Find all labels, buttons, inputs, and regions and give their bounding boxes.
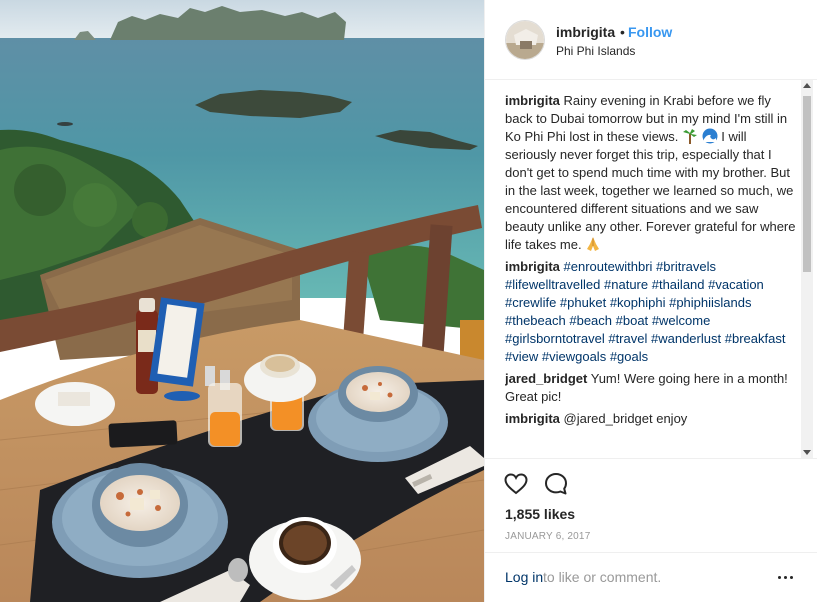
caption-comment: imbrigita Rainy evening in Krabi before … bbox=[505, 92, 801, 254]
hashtag-link[interactable]: #phiphiislands bbox=[669, 295, 751, 310]
hashtag-link[interactable]: #welcome bbox=[652, 313, 711, 328]
hashtag-comment: imbrigita #enroutewithbri #britravels #l… bbox=[505, 258, 801, 366]
hashtag-link[interactable]: #wanderlust bbox=[651, 331, 721, 346]
avatar[interactable] bbox=[505, 20, 545, 60]
instagram-post: imbrigita • Follow Phi Phi Islands imbri… bbox=[0, 0, 817, 602]
avatar-image-icon bbox=[506, 21, 544, 59]
breakfast-view-photo bbox=[0, 0, 484, 602]
caption-username[interactable]: imbrigita bbox=[505, 93, 560, 108]
comment-text: @jared_bridget enjoy bbox=[563, 411, 688, 426]
speech-bubble-icon[interactable] bbox=[543, 471, 569, 497]
caption-text-part2: I will seriously never forget this trip,… bbox=[505, 129, 796, 252]
hashtag-link[interactable]: #beach bbox=[569, 313, 612, 328]
hashtag-link[interactable]: #lifewelltravelled bbox=[505, 277, 600, 292]
hashtag-link[interactable]: #nature bbox=[604, 277, 648, 292]
hashtag-link[interactable]: #phuket bbox=[560, 295, 606, 310]
hashtag-comment-username[interactable]: imbrigita bbox=[505, 259, 560, 274]
palm-tree-emoji-icon bbox=[683, 129, 698, 144]
hashtag-link[interactable]: #goals bbox=[610, 349, 648, 364]
comment-username[interactable]: jared_bridget bbox=[505, 371, 587, 386]
hashtag-link[interactable]: #thebeach bbox=[505, 313, 566, 328]
post-photo[interactable] bbox=[0, 0, 484, 602]
scroll-up-arrow-icon[interactable] bbox=[803, 83, 811, 88]
scrollbar-thumb[interactable] bbox=[803, 96, 811, 272]
wave-emoji-icon bbox=[702, 128, 718, 144]
comment-item: jared_bridget Yum! Were going here in a … bbox=[505, 370, 801, 406]
hashtag-link[interactable]: #viewgoals bbox=[542, 349, 606, 364]
hashtag-link[interactable]: #girlsborntotravel bbox=[505, 331, 605, 346]
follow-button[interactable]: Follow bbox=[628, 24, 672, 40]
folded-hands-emoji-icon bbox=[587, 237, 600, 251]
location-link[interactable]: Phi Phi Islands bbox=[556, 44, 635, 58]
more-options-icon[interactable] bbox=[775, 567, 797, 587]
post-date: JANUARY 6, 2017 bbox=[505, 531, 591, 542]
hashtag-link[interactable]: #kophiphi bbox=[610, 295, 666, 310]
hashtag-link[interactable]: #vacation bbox=[708, 277, 764, 292]
header-separator-dot: • bbox=[620, 24, 625, 40]
comments-list[interactable]: imbrigita Rainy evening in Krabi before … bbox=[505, 92, 801, 457]
scroll-down-arrow-icon[interactable] bbox=[803, 450, 811, 455]
post-side-panel: imbrigita • Follow Phi Phi Islands imbri… bbox=[484, 0, 817, 602]
post-header: imbrigita • Follow Phi Phi Islands bbox=[485, 0, 817, 80]
hashtag-link[interactable]: #thailand bbox=[652, 277, 705, 292]
heart-icon[interactable] bbox=[503, 471, 529, 497]
login-prompt-text: to like or comment. bbox=[543, 569, 662, 585]
hashtag-link[interactable]: #britravels bbox=[656, 259, 716, 274]
hashtag-link[interactable]: #view bbox=[505, 349, 538, 364]
header-username[interactable]: imbrigita bbox=[556, 24, 615, 40]
login-bar: Log in to like or comment. bbox=[485, 552, 817, 602]
hashtag-link[interactable]: #enroutewithbri bbox=[564, 259, 653, 274]
likes-count[interactable]: 1,855 likes bbox=[505, 506, 575, 522]
hashtag-link[interactable]: #travel bbox=[608, 331, 647, 346]
hashtag-link[interactable]: #breakfast bbox=[725, 331, 786, 346]
comments-scrollbar[interactable] bbox=[801, 80, 813, 458]
hashtag-link[interactable]: #crewlife bbox=[505, 295, 556, 310]
comment-username[interactable]: imbrigita bbox=[505, 411, 560, 426]
login-link[interactable]: Log in bbox=[505, 569, 543, 585]
comment-item: imbrigita @jared_bridget enjoy bbox=[505, 410, 801, 428]
hashtag-link[interactable]: #boat bbox=[616, 313, 649, 328]
